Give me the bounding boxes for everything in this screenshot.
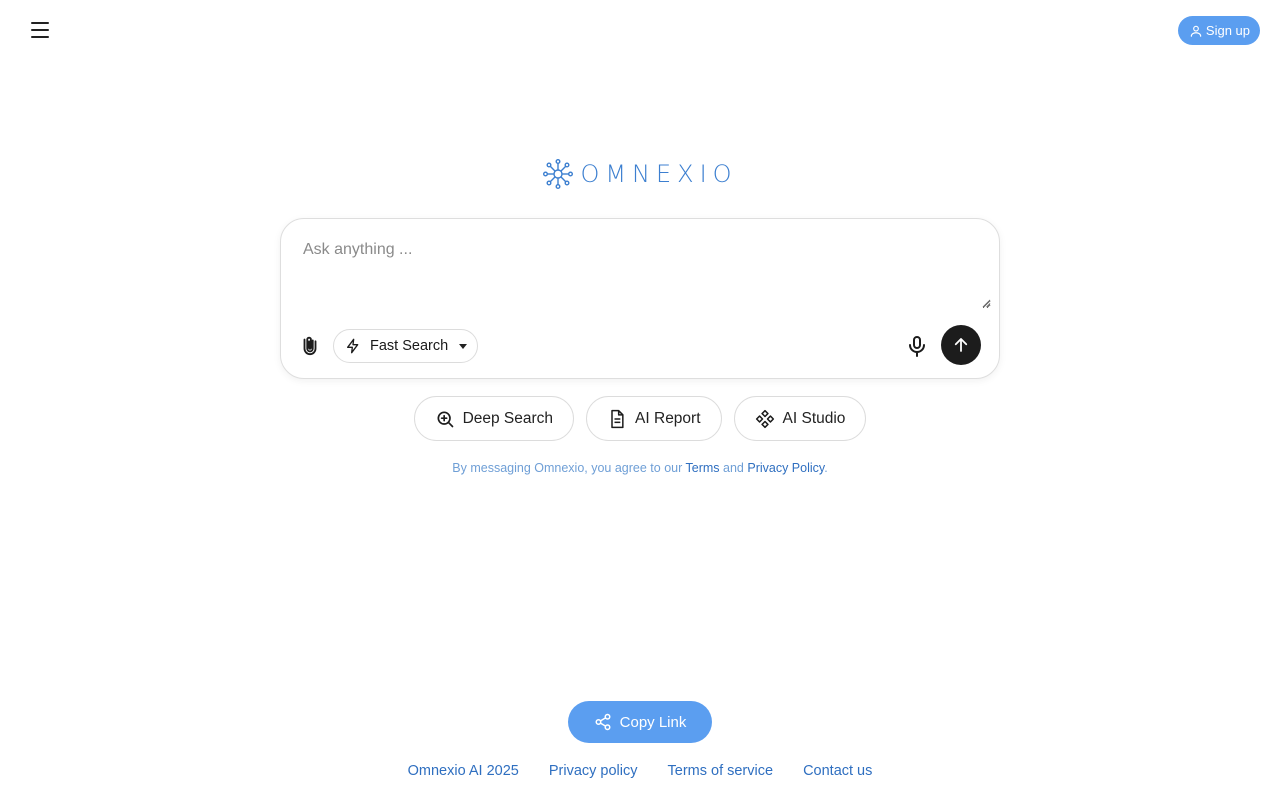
microphone-icon[interactable] <box>905 333 929 359</box>
brand-logo: OMNEXIO <box>0 158 1280 190</box>
arrow-up-icon <box>954 338 968 352</box>
footer-links: Omnexio AI 2025 Privacy policy Terms of … <box>0 763 1280 779</box>
lightning-icon <box>347 338 359 354</box>
ai-report-label: AI Report <box>635 409 701 427</box>
paperclip-icon[interactable] <box>299 333 321 357</box>
menu-bar <box>31 36 49 38</box>
disclaimer-prefix: By messaging Omnexio, you agree to our <box>452 461 686 475</box>
menu-bar <box>31 22 49 24</box>
share-icon <box>595 713 611 731</box>
copy-link-label: Copy Link <box>619 713 687 731</box>
signup-button[interactable]: Sign up <box>1177 16 1260 45</box>
copy-link-button[interactable]: Copy Link <box>568 701 712 743</box>
disclaimer-and: and <box>719 461 748 475</box>
diamond-grid-icon <box>755 409 774 428</box>
quick-actions: Deep Search AI Report AI Studio <box>0 396 1280 441</box>
signup-label: Sign up <box>1205 23 1250 38</box>
document-icon <box>611 409 624 428</box>
ai-studio-button[interactable]: AI Studio <box>733 396 867 441</box>
ai-studio-label: AI Studio <box>782 409 846 427</box>
user-icon <box>1190 25 1202 37</box>
caret-down-icon <box>459 344 467 349</box>
ai-report-button[interactable]: AI Report <box>586 396 722 441</box>
search-mode-label: Fast Search <box>370 338 449 354</box>
footer-copyright-link[interactable]: Omnexio AI 2025 <box>408 763 519 779</box>
logo-wordmark: OMNEXIO <box>580 160 738 188</box>
footer-privacy-link[interactable]: Privacy policy <box>549 763 638 779</box>
zoom-in-icon <box>437 411 453 427</box>
prompt-input[interactable] <box>303 241 991 309</box>
search-mode-select[interactable]: Fast Search <box>333 329 478 363</box>
deep-search-label: Deep Search <box>462 409 554 427</box>
prompt-box: Fast Search <box>280 218 1000 379</box>
terms-link[interactable]: Terms <box>686 461 720 475</box>
privacy-policy-link[interactable]: Privacy Policy <box>747 461 824 475</box>
network-hub-icon <box>543 159 574 190</box>
send-button[interactable] <box>941 325 981 365</box>
hamburger-menu-icon[interactable] <box>28 18 52 42</box>
disclaimer-suffix: . <box>824 461 828 475</box>
footer-terms-link[interactable]: Terms of service <box>668 763 774 779</box>
footer-contact-link[interactable]: Contact us <box>803 763 872 779</box>
deep-search-button[interactable]: Deep Search <box>413 396 575 441</box>
menu-bar <box>31 29 49 31</box>
terms-disclaimer: By messaging Omnexio, you agree to our T… <box>0 461 1280 475</box>
resize-grip-icon[interactable] <box>982 299 991 308</box>
